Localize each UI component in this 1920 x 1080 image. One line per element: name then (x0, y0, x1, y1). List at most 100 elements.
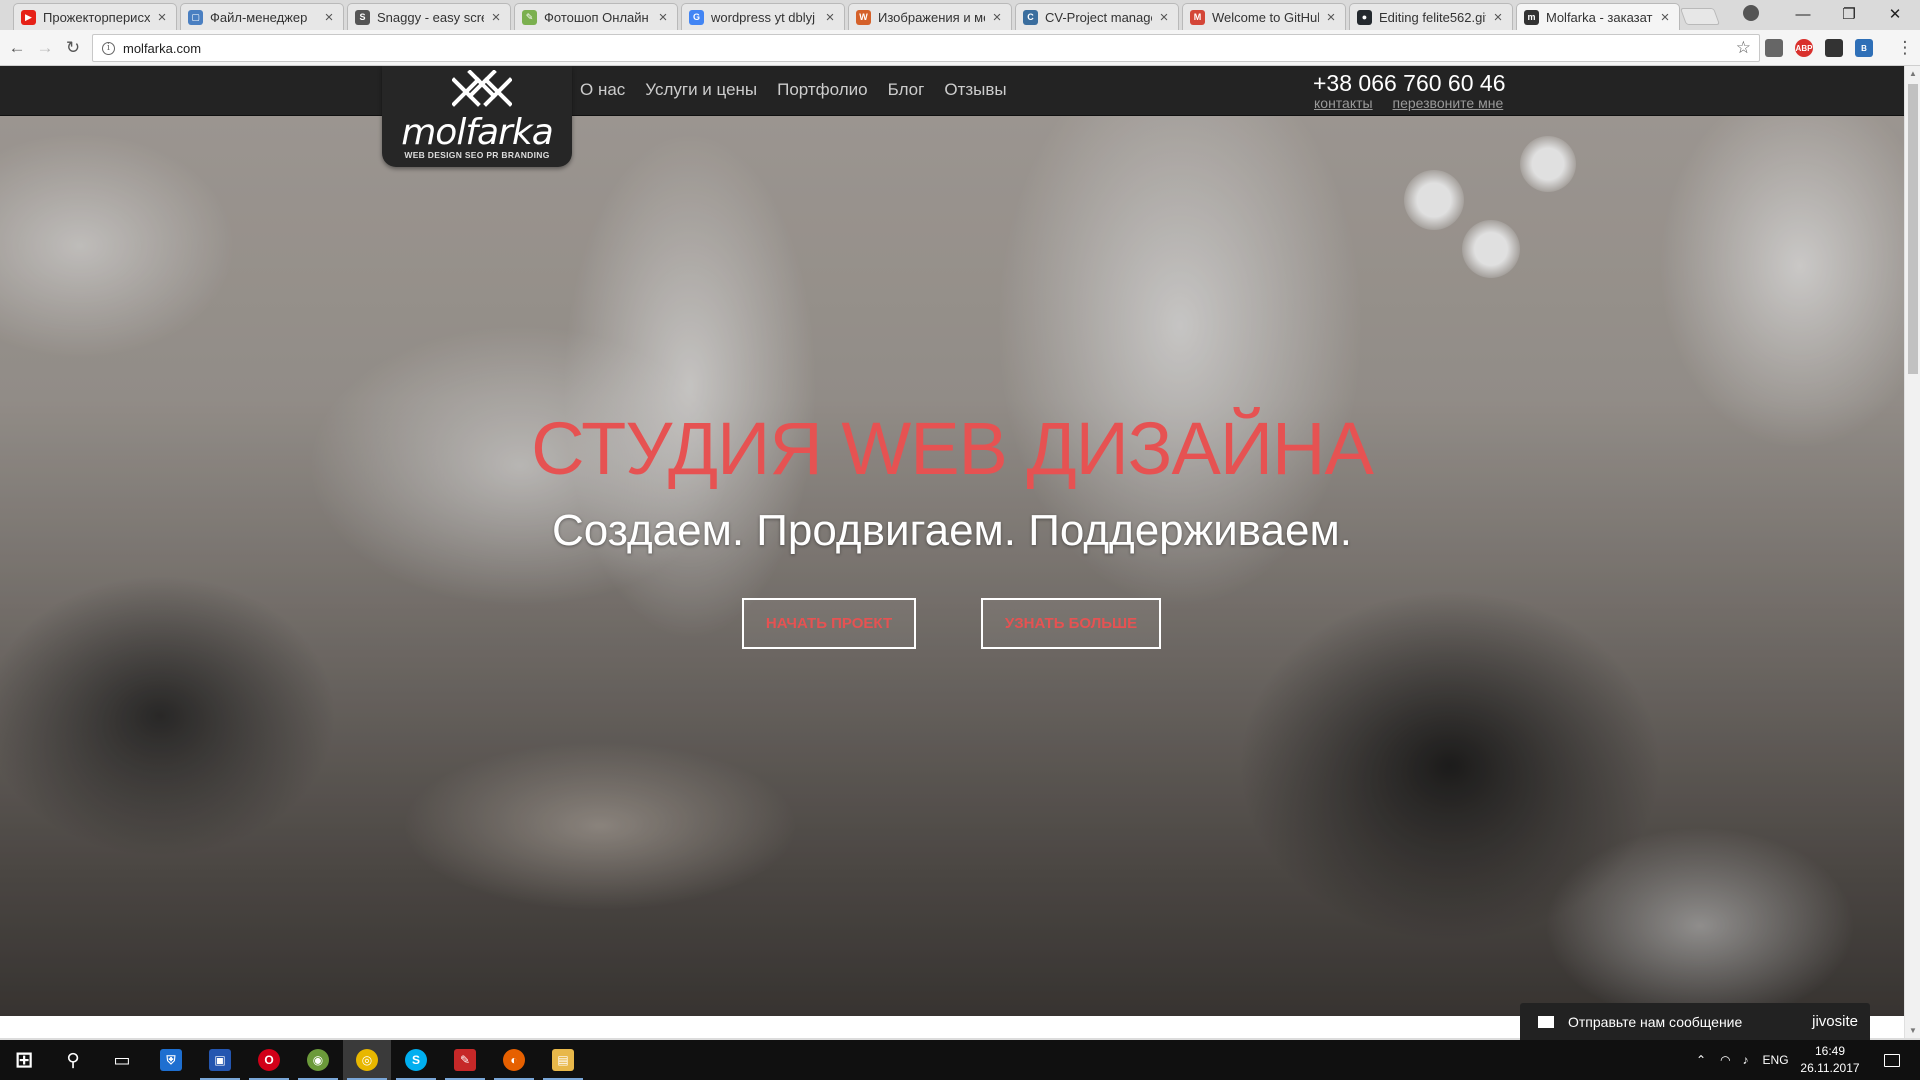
search-icon[interactable]: ⚲ (49, 1040, 97, 1080)
browser-tab[interactable]: W Изображения и ме × (848, 3, 1012, 30)
tab-close-icon[interactable]: × (989, 9, 1005, 26)
tab-close-icon[interactable]: × (1323, 9, 1339, 26)
explorer-icon[interactable]: ▤ (539, 1040, 587, 1080)
tab-close-icon[interactable]: × (488, 9, 504, 26)
firefox-icon[interactable]: ◐ (490, 1040, 538, 1080)
browser-tab[interactable]: M Welcome to GitHub × (1182, 3, 1346, 30)
tab-close-icon[interactable]: × (822, 9, 838, 26)
tab-title: Файл-менеджер (210, 9, 308, 25)
tab-title: Molfarka - заказать (1546, 9, 1653, 25)
callback-link[interactable]: перезвоните мне (1393, 95, 1504, 111)
main-nav: О нас Услуги и цены Портфолио Блог Отзывы (580, 80, 1027, 100)
chat-brand: jivosite (1812, 1013, 1858, 1030)
browser-tab[interactable]: Gwordpress yt dblyj × (681, 3, 845, 30)
tab-favicon-icon: ✎ (522, 9, 537, 25)
tab-favicon-icon: W (856, 9, 871, 25)
address-bar[interactable]: i molfarka.com ☆ (92, 34, 1760, 62)
chat-message[interactable]: Отправьте нам сообщение (1568, 1014, 1812, 1030)
tab-close-icon[interactable]: × (1490, 9, 1506, 26)
tray-expand-icon[interactable]: ⌃ (1696, 1053, 1706, 1067)
browser-tab[interactable]: ▶ Прожекторперисх × (13, 3, 177, 30)
skype-icon[interactable]: S (392, 1040, 440, 1080)
contacts-link[interactable]: контакты (1314, 95, 1373, 111)
vk-icon[interactable] (1825, 39, 1843, 57)
envelope-icon (1538, 1015, 1554, 1028)
close-window-button[interactable]: ✕ (1872, 0, 1918, 28)
back-icon[interactable]: ← (5, 36, 29, 60)
url-text[interactable]: molfarka.com (123, 41, 201, 56)
tab-favicon-icon: ▢ (188, 9, 203, 25)
browser-tab[interactable]: ✎ Фотошоп Онлайн × (514, 3, 678, 30)
tab-close-icon[interactable]: × (1156, 9, 1172, 26)
new-tab-button[interactable] (1679, 8, 1721, 25)
red-app-icon[interactable]: ✎ (441, 1040, 489, 1080)
tab-favicon-icon: S (355, 9, 370, 25)
logo-mark-icon (452, 70, 512, 107)
minimize-button[interactable]: — (1780, 0, 1826, 28)
task-view-icon[interactable]: ▭ (98, 1040, 146, 1080)
windows-start-icon[interactable]: ⊞ (0, 1040, 48, 1080)
tab-title: Snaggy - easy scree (377, 9, 484, 25)
site-header: О нас Услуги и цены Портфолио Блог Отзывы +3… (0, 66, 1904, 116)
scroll-up-icon[interactable]: ▲ (1909, 69, 1917, 78)
hero-background: СТУДИЯ WEB ДИЗАЙНА Создаем. Продвигаем. … (0, 66, 1904, 1016)
nav-link[interactable]: Услуги и цены (645, 80, 757, 100)
scrollbar-thumb[interactable] (1908, 84, 1918, 374)
site-info-icon[interactable]: i (102, 41, 115, 55)
bookmark-star-icon[interactable]: ☆ (1736, 38, 1751, 58)
save-icon[interactable]: ▣ (196, 1040, 244, 1080)
browser-tab[interactable]: S Snaggy - easy scree × (347, 3, 511, 30)
tab-favicon-icon: ▶ (21, 9, 36, 25)
tab-favicon-icon: m (1524, 9, 1539, 25)
browser-tab[interactable]: ● Editing felite562.git × (1349, 3, 1513, 30)
tab-close-icon[interactable]: × (154, 9, 170, 26)
chat-widget[interactable]: Отправьте нам сообщение jivosite (1520, 1003, 1870, 1040)
language-indicator[interactable]: ENG (1763, 1053, 1789, 1067)
browser-tab[interactable]: ▢ Файл-менеджер × (180, 3, 344, 30)
nav-link[interactable]: Блог (888, 80, 925, 100)
reload-icon[interactable]: ↻ (61, 36, 85, 60)
adblock-icon[interactable]: ABP (1795, 39, 1813, 57)
defender-icon[interactable]: ⛨ (147, 1040, 195, 1080)
android-icon[interactable]: ◉ (294, 1040, 342, 1080)
logo-tagline: WEB DESIGN SEO PR BRANDING (404, 150, 550, 160)
start-project-button[interactable]: НАЧАТЬ ПРОЕКТ (742, 598, 916, 649)
action-center-icon[interactable] (1868, 1040, 1916, 1080)
opera-icon[interactable]: O (245, 1040, 293, 1080)
system-tray: ⌃ ◠ ♪ ENG (1696, 1040, 1789, 1080)
tab-title: Прожекторперисх (43, 9, 150, 25)
tab-close-icon[interactable]: × (321, 9, 337, 26)
clock[interactable]: 16:49 26.11.2017 (1795, 1043, 1865, 1077)
volume-icon[interactable]: ♪ (1743, 1053, 1749, 1067)
chrome-icon[interactable]: ◎ (343, 1040, 391, 1080)
nav-link[interactable]: Портфолио (777, 80, 867, 100)
menu-icon[interactable]: ⋮ (1893, 36, 1917, 60)
nav-link[interactable]: Отзывы (944, 80, 1006, 100)
tab-favicon-icon: M (1190, 9, 1205, 25)
forward-icon[interactable]: → (33, 36, 57, 60)
tab-close-icon[interactable]: × (1657, 9, 1673, 26)
nav-link[interactable]: О нас (580, 80, 625, 100)
taskbar: ⊞ ⚲ ▭ ⛨ ▣ O ◉ ◎ S ✎ ◐ ▤ ⌃ ◠ ♪ ENG 16:49 26.11.2017 (0, 1040, 1920, 1080)
logo-brand: molfarka (401, 112, 554, 153)
browser-toolbar: ← → ↻ i molfarka.com ☆ ABP B ⋮ (0, 30, 1920, 66)
cast-icon[interactable] (1765, 39, 1783, 57)
site-logo[interactable]: molfarka WEB DESIGN SEO PR BRANDING (382, 66, 572, 167)
tab-title: CV-Project manage (1045, 9, 1152, 25)
b-icon[interactable]: B (1855, 39, 1873, 57)
phone-number[interactable]: +38 066 760 60 46 (1313, 70, 1506, 97)
maximize-button[interactable]: ❐ (1826, 0, 1872, 28)
browser-tab[interactable]: m Molfarka - заказать × (1516, 3, 1680, 30)
tab-strip: ▶ Прожекторперисх × ▢ Файл-менеджер × S Snaggy … (0, 0, 1920, 30)
browser-tab[interactable]: C CV-Project manage × (1015, 3, 1179, 30)
tab-title: Welcome to GitHub (1212, 9, 1319, 25)
learn-more-button[interactable]: УЗНАТЬ БОЛЬШЕ (981, 598, 1161, 649)
page-scrollbar[interactable]: ▲ ▼ (1904, 66, 1920, 1038)
network-icon[interactable]: ◠ (1720, 1053, 1730, 1067)
scroll-down-icon[interactable]: ▼ (1909, 1026, 1917, 1035)
header-links: контакты перезвоните мне (1314, 95, 1519, 111)
hero-subtitle: Создаем. Продвигаем. Поддерживаем. (552, 506, 1352, 555)
profile-icon[interactable] (1743, 5, 1759, 21)
clock-time: 16:49 (1814, 1044, 1846, 1058)
tab-close-icon[interactable]: × (655, 9, 671, 26)
